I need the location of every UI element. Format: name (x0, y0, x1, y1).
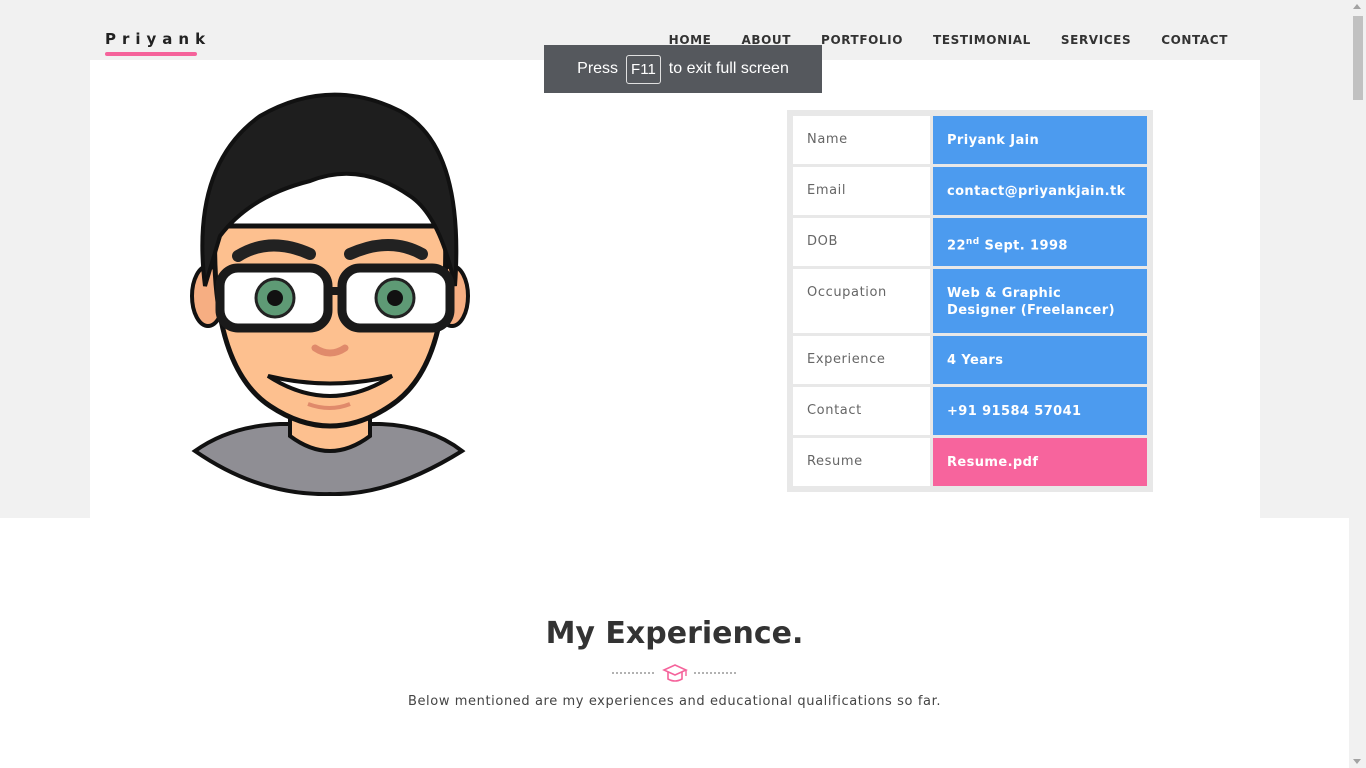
dob-month-year: Sept. 1998 (979, 238, 1068, 254)
table-row: Contact +91 91584 57041 (793, 387, 1147, 435)
toast-text: to exit full screen (668, 60, 789, 77)
info-value-contact: +91 91584 57041 (933, 387, 1147, 435)
table-row: Resume Resume.pdf (793, 438, 1147, 486)
info-label: Occupation (793, 269, 930, 333)
scroll-down-arrow[interactable] (1353, 759, 1361, 764)
table-row: Name Priyank Jain (793, 116, 1147, 164)
personal-info-table: Name Priyank Jain Email contact@priyankj… (787, 110, 1153, 492)
page-scrollbar[interactable] (1349, 0, 1366, 768)
scrollbar-thumb[interactable] (1353, 16, 1363, 100)
info-value-occupation: Web & Graphic Designer (Freelancer) (933, 269, 1147, 333)
info-label: Email (793, 167, 930, 215)
scroll-up-arrow[interactable] (1353, 4, 1361, 9)
info-value-email[interactable]: contact@priyankjain.tk (933, 167, 1147, 215)
info-label: Experience (793, 336, 930, 384)
table-row: Email contact@priyankjain.tk (793, 167, 1147, 215)
avatar-illustration (190, 92, 470, 496)
info-label: Contact (793, 387, 930, 435)
logo-underline (105, 52, 197, 56)
table-row: Experience 4 Years (793, 336, 1147, 384)
experience-section: My Experience. Below mentioned are my ex… (0, 518, 1349, 768)
toast-press: Press (577, 60, 619, 77)
section-subtitle: Below mentioned are my experiences and e… (407, 694, 942, 709)
toast-key: F11 (626, 54, 661, 84)
table-row: Occupation Web & Graphic Designer (Freel… (793, 269, 1147, 333)
resume-download-link[interactable]: Resume.pdf (933, 438, 1147, 486)
graduation-cap-icon (612, 664, 738, 682)
about-panel: Name Priyank Jain Email contact@priyankj… (90, 60, 1260, 518)
table-row: DOB 22nd Sept. 1998 (793, 218, 1147, 266)
info-value-dob: 22nd Sept. 1998 (933, 218, 1147, 266)
fullscreen-exit-toast: Press F11 to exit full screen (544, 45, 822, 93)
info-label: DOB (793, 218, 930, 266)
info-value-name: Priyank Jain (933, 116, 1147, 164)
nav-portfolio[interactable]: PORTFOLIO (821, 33, 903, 47)
nav-testimonial[interactable]: TESTIMONIAL (933, 33, 1031, 47)
info-label: Resume (793, 438, 930, 486)
section-title: My Experience. (545, 616, 804, 651)
info-value-experience: 4 Years (933, 336, 1147, 384)
site-logo[interactable]: Priyank (105, 30, 211, 48)
info-label: Name (793, 116, 930, 164)
nav-contact[interactable]: CONTACT (1161, 33, 1228, 47)
dob-suffix: nd (965, 237, 980, 247)
dob-day: 22 (947, 238, 966, 254)
nav-services[interactable]: SERVICES (1061, 33, 1131, 47)
